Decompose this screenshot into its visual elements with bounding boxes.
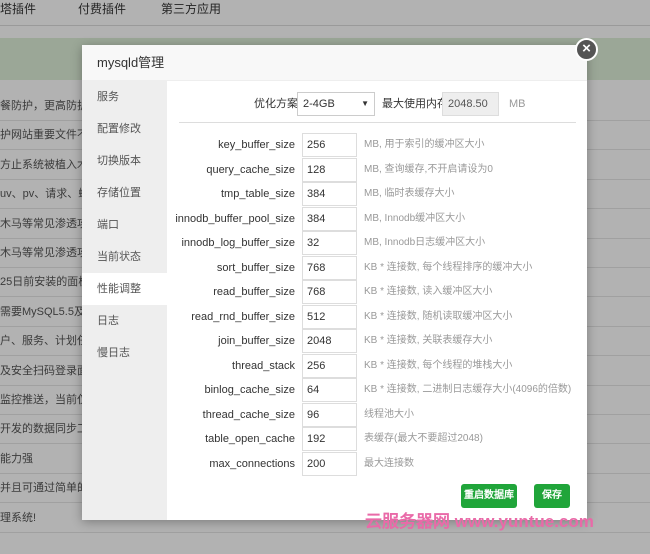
param-label: join_buffer_size (218, 335, 295, 347)
maxmem-unit: MB (509, 98, 526, 110)
param-hint: KB * 连接数, 每个线程排序的缓冲大小 (364, 261, 533, 273)
param-hint: KB * 连接数, 每个线程的堆栈大小 (364, 359, 513, 371)
param-row: table_open_cache 表缓存(最大不要超过2048) (167, 427, 587, 451)
param-label: max_connections (209, 457, 295, 470)
param-label: read_rnd_buffer_size (191, 310, 295, 323)
param-input[interactable] (302, 206, 357, 231)
param-label: sort_buffer_size (216, 261, 295, 274)
param-input[interactable] (302, 182, 357, 206)
param-hint: 最大连接数 (364, 457, 414, 469)
param-input[interactable] (302, 133, 357, 157)
param-label: innodb_log_buffer_size (181, 237, 295, 249)
param-row: tmp_table_size MB, 临时表缓存大小 (167, 182, 587, 206)
param-input[interactable] (302, 329, 357, 353)
close-icon[interactable]: × (575, 38, 598, 61)
param-input[interactable] (302, 280, 357, 304)
opt-select[interactable]: 2-4GB ▼ (297, 92, 375, 116)
param-hint: MB, 查询缓存,不开启请设为0 (364, 163, 493, 175)
param-input[interactable] (302, 157, 357, 182)
param-input[interactable] (302, 353, 357, 378)
param-row: join_buffer_size KB * 连接数, 关联表缓存大小 (167, 329, 587, 353)
param-label: thread_stack (232, 359, 295, 372)
performance-panel: 优化方案 2-4GB ▼ 最大使用内存 2048.50 MB key_buffer… (167, 81, 587, 520)
dialog-title: mysqld管理 (82, 45, 587, 81)
param-hint: 线程池大小 (364, 408, 414, 420)
opt-label: 优化方案 (254, 98, 298, 110)
param-input[interactable] (302, 427, 357, 451)
param-row: sort_buffer_size KB * 连接数, 每个线程排序的缓冲大小 (167, 255, 587, 280)
param-row: query_cache_size MB, 查询缓存,不开启请设为0 (167, 157, 587, 182)
param-hint: KB * 连接数, 二进制日志缓存大小(4096的倍数) (364, 384, 572, 395)
param-label: binlog_cache_size (204, 384, 295, 396)
param-hint: MB, Innodb缓冲区大小 (364, 212, 466, 224)
param-row: read_rnd_buffer_size KB * 连接数, 随机读取缓冲区大小 (167, 304, 587, 329)
mysqld-dialog: mysqld管理 服务 配置修改 切换版本 存储位置 端口 当前状态 性能调整 日志 慢日志 优… (82, 45, 587, 520)
param-row: thread_stack KB * 连接数, 每个线程的堆栈大小 (167, 353, 587, 378)
param-row: read_buffer_size KB * 连接数, 读入缓冲区大小 (167, 280, 587, 304)
param-input[interactable] (302, 255, 357, 280)
param-hint: MB, 用于索引的缓冲区大小 (364, 139, 485, 150)
restart-db-button[interactable]: 重启数据库 (461, 484, 517, 508)
param-input[interactable] (302, 402, 357, 427)
param-input[interactable] (302, 231, 357, 255)
param-hint: MB, Innodb日志缓冲区大小 (364, 237, 486, 248)
param-input[interactable] (302, 451, 357, 476)
maxmem-label: 最大使用内存 (382, 98, 448, 110)
opt-value: 2-4GB (303, 98, 335, 110)
watermark: 云服务器网 www.yuntue.com (365, 512, 594, 531)
save-button[interactable]: 保存 (534, 484, 570, 508)
param-hint: KB * 连接数, 关联表缓存大小 (364, 335, 493, 346)
param-input[interactable] (302, 304, 357, 329)
param-label: read_buffer_size (213, 286, 295, 298)
param-hint: MB, 临时表缓存大小 (364, 188, 455, 199)
param-row: max_connections 最大连接数 (167, 451, 587, 476)
param-hint: 表缓存(最大不要超过2048) (364, 433, 483, 444)
param-row: innodb_log_buffer_size MB, Innodb日志缓冲区大小 (167, 231, 587, 255)
param-row: innodb_buffer_pool_size MB, Innodb缓冲区大小 (167, 206, 587, 231)
param-hint: KB * 连接数, 读入缓冲区大小 (364, 286, 493, 297)
chevron-down-icon: ▼ (361, 99, 369, 108)
param-row: key_buffer_size MB, 用于索引的缓冲区大小 (167, 133, 587, 157)
param-label: tmp_table_size (221, 188, 295, 200)
param-label: key_buffer_size (218, 139, 295, 151)
divider (179, 122, 576, 123)
param-row: binlog_cache_size KB * 连接数, 二进制日志缓存大小(409… (167, 378, 587, 402)
param-input[interactable] (302, 378, 357, 402)
param-hint: KB * 连接数, 随机读取缓冲区大小 (364, 310, 513, 322)
param-row: thread_cache_size 线程池大小 (167, 402, 587, 427)
param-label: table_open_cache (205, 433, 295, 445)
param-label: innodb_buffer_pool_size (175, 212, 295, 225)
maxmem-field: 2048.50 (442, 92, 499, 116)
param-label: thread_cache_size (202, 408, 295, 421)
sidebar-item[interactable]: 服务 (82, 81, 167, 113)
param-label: query_cache_size (206, 163, 295, 176)
